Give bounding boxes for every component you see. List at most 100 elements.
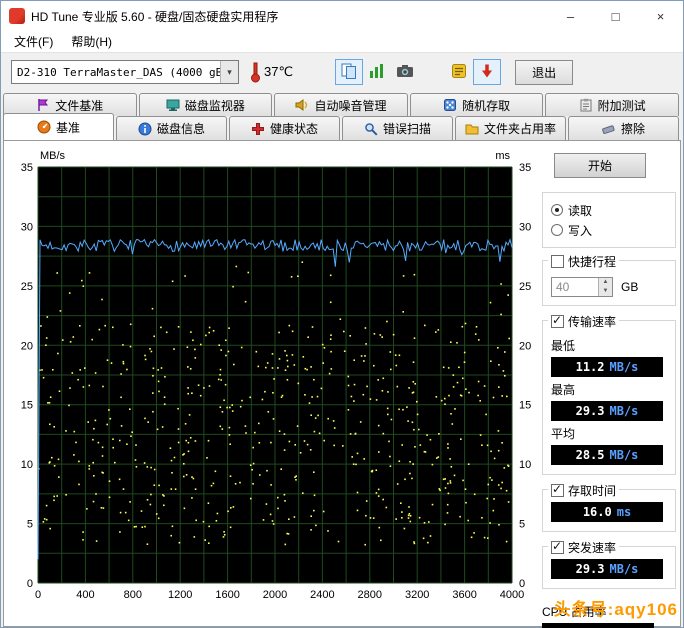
svg-text:MB/s: MB/s xyxy=(40,150,66,162)
start-button[interactable]: 开始 xyxy=(554,153,646,178)
checkbox-checked-icon xyxy=(551,482,564,497)
svg-text:25: 25 xyxy=(21,281,33,293)
save-screenshot-button[interactable] xyxy=(363,59,391,85)
write-radio-label: 写入 xyxy=(568,223,593,238)
svg-text:1200: 1200 xyxy=(168,589,192,601)
tab-erase[interactable]: 擦除 xyxy=(568,116,679,140)
download-arrow-icon xyxy=(479,63,495,82)
tab-label: 擦除 xyxy=(620,122,645,136)
svg-text:10: 10 xyxy=(519,459,531,471)
titlebar: HD Tune 专业版 5.60 - 硬盘/固态硬盘实用程序 – □ × xyxy=(1,1,683,31)
tab-disk-monitor[interactable]: 磁盘监视器 xyxy=(138,93,273,116)
exit-button[interactable]: 退出 xyxy=(515,59,574,85)
tab-label: 文件基准 xyxy=(55,98,104,113)
access-time-checkbox[interactable]: 存取时间 xyxy=(548,482,620,499)
svg-text:2400: 2400 xyxy=(310,589,334,601)
svg-text:35: 35 xyxy=(519,162,531,174)
tab-benchmark[interactable]: 基准 xyxy=(3,113,114,140)
transfer-rate-checkbox[interactable]: 传输速率 xyxy=(548,313,620,330)
chart-bars-icon xyxy=(368,62,386,83)
svg-text:15: 15 xyxy=(519,400,531,412)
tab-label: 磁盘监视器 xyxy=(184,98,245,113)
menu-help[interactable]: 帮助(H) xyxy=(62,31,121,52)
checkbox-checked-icon xyxy=(551,539,564,554)
write-radio[interactable]: 写入 xyxy=(551,221,667,239)
benchmark-chart: 0 0 5 5 10 10 15 15 20 20 25 25 30 30 35 35 0 400 800 1200 1… xyxy=(8,145,540,617)
maximize-button[interactable]: □ xyxy=(593,1,638,31)
folder-usage-icon xyxy=(465,122,479,136)
tab-aam[interactable]: 自动噪音管理 xyxy=(274,93,408,116)
yellow-note-icon xyxy=(450,62,468,83)
read-radio[interactable]: 读取 xyxy=(551,201,667,219)
spin-down-icon[interactable]: ▼ xyxy=(599,287,612,296)
tab-health[interactable]: 健康状态 xyxy=(229,116,340,140)
copy-text-button[interactable] xyxy=(445,59,473,85)
checkbox-unchecked-icon xyxy=(551,255,564,268)
menu-file[interactable]: 文件(F) xyxy=(5,31,62,52)
tab-label: 基准 xyxy=(55,120,80,135)
tab-extra-tests[interactable]: 附加测试 xyxy=(545,93,679,116)
svg-text:35: 35 xyxy=(21,162,33,174)
app-window: HD Tune 专业版 5.60 - 硬盘/固态硬盘实用程序 – □ × 文件(… xyxy=(0,0,684,628)
max-unit: MB/s xyxy=(609,404,639,418)
svg-text:2800: 2800 xyxy=(358,589,382,601)
access-time-group: 存取时间 16.0 ms xyxy=(542,482,676,532)
svg-text:2000: 2000 xyxy=(263,589,287,601)
shortstroke-label: 快捷行程 xyxy=(568,255,617,269)
copy-screenshot-button[interactable] xyxy=(335,59,364,85)
burst-rate-display: 29.3 MB/s xyxy=(551,559,663,579)
min-value: 11.2 xyxy=(575,360,605,374)
shortstroke-size-input[interactable]: 40 ▲ ▼ xyxy=(551,277,613,297)
tab-disk-info[interactable]: 磁盘信息 xyxy=(116,116,227,140)
svg-text:5: 5 xyxy=(519,519,525,531)
download-results-button[interactable] xyxy=(473,59,502,85)
burst-value: 29.3 xyxy=(575,562,605,576)
screenshot-camera-button[interactable] xyxy=(391,59,419,85)
error-scan-icon xyxy=(364,122,378,136)
read-radio-label: 读取 xyxy=(568,203,593,218)
tab-error-scan[interactable]: 错误扫描 xyxy=(342,116,453,140)
avg-value: 28.5 xyxy=(575,448,605,462)
thermometer-icon xyxy=(249,61,261,83)
min-unit: MB/s xyxy=(609,360,639,374)
svg-text:800: 800 xyxy=(124,589,142,601)
access-time-label: 存取时间 xyxy=(568,484,617,498)
burst-unit: MB/s xyxy=(609,562,639,576)
random-access-icon xyxy=(443,98,457,112)
svg-text:20: 20 xyxy=(519,340,531,352)
disk-monitor-icon xyxy=(166,98,180,112)
benchmark-icon xyxy=(37,120,51,134)
tab-label: 磁盘信息 xyxy=(156,122,205,136)
svg-text:0: 0 xyxy=(35,589,41,601)
svg-text:ms: ms xyxy=(495,150,510,162)
read-write-group: 读取 写入 xyxy=(542,192,676,248)
transfer-rate-group: 传输速率 最低 11.2 MB/s 最高 29.3 MB/s 平均 28.5 M… xyxy=(542,313,676,475)
temperature-value: 37℃ xyxy=(264,64,294,79)
tab-random-access[interactable]: 随机存取 xyxy=(409,93,544,116)
close-button[interactable]: × xyxy=(638,1,683,31)
aam-icon xyxy=(295,98,309,112)
shortstroke-checkbox[interactable]: 快捷行程 xyxy=(548,253,620,270)
cpu-usage-display: 10.5 % xyxy=(542,623,654,628)
max-value: 29.3 xyxy=(575,404,605,418)
drive-select[interactable]: D2-310 TerraMaster_DAS (4000 gB) ▾ xyxy=(11,60,239,84)
burst-rate-checkbox[interactable]: 突发速率 xyxy=(548,539,620,556)
tab-label: 健康状态 xyxy=(269,122,318,136)
menu-bar: 文件(F) 帮助(H) xyxy=(1,31,683,53)
camera-icon xyxy=(396,63,414,82)
spin-up-icon[interactable]: ▲ xyxy=(599,278,612,287)
app-icon xyxy=(9,8,25,24)
content-pane: 0 0 5 5 10 10 15 15 20 20 25 25 30 30 35 35 0 400 800 1200 1… xyxy=(3,140,681,628)
burst-rate-label: 突发速率 xyxy=(568,541,617,555)
tab-folder-usage[interactable]: 文件夹占用率 xyxy=(455,116,566,140)
min-label: 最低 xyxy=(551,339,576,353)
spinner-buttons: ▲ ▼ xyxy=(598,278,612,296)
drive-select-value: D2-310 TerraMaster_DAS (4000 gB) xyxy=(17,65,220,79)
chevron-down-icon[interactable]: ▾ xyxy=(220,61,238,83)
minimize-button[interactable]: – xyxy=(548,1,593,31)
benchmark-controls: 开始 读取 写入 快捷行程 40 ▲ ▼ GB ✓ 传输速率 最低 11.2 M… xyxy=(542,151,676,628)
max-speed-display: 29.3 MB/s xyxy=(551,401,663,421)
svg-text:4000: 4000 xyxy=(500,589,524,601)
shortstroke-size-row: 40 ▲ ▼ GB xyxy=(551,277,667,297)
access-value: 16.0 xyxy=(582,505,612,519)
